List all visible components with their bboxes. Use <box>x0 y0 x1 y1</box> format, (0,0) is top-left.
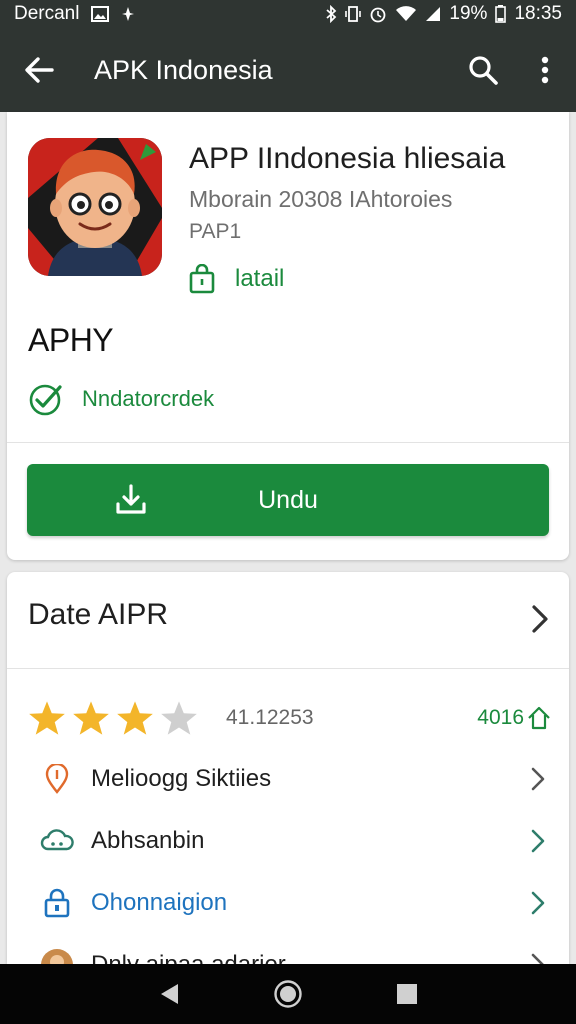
chevron-right-icon <box>531 953 544 964</box>
battery-icon <box>495 5 507 23</box>
install-label: latail <box>235 265 285 292</box>
cloud-icon <box>35 827 79 855</box>
nav-home-button[interactable] <box>258 964 318 1024</box>
app-short-title: APHY <box>28 322 114 358</box>
carrier-text: Dercanl <box>14 3 80 24</box>
chevron-right-icon <box>531 767 545 791</box>
star-icon <box>117 701 153 735</box>
more-vert-icon <box>541 56 549 84</box>
list-item-label: Dnly aipaa adarier <box>91 951 531 964</box>
star-icon <box>73 701 109 735</box>
divider <box>7 442 569 443</box>
app-name: APP IIndonesia hliesaia <box>189 142 506 175</box>
list-item[interactable]: Melioogg Siktiies <box>7 748 569 810</box>
square-recents-icon <box>396 984 417 1004</box>
section-title: Date AIPR <box>28 598 169 631</box>
search-button[interactable] <box>452 28 514 112</box>
list-item[interactable]: Dnly aipaa adarier <box>7 934 569 964</box>
system-nav-bar <box>0 964 576 1024</box>
image-notification-icon <box>91 6 110 22</box>
chevron-right-icon <box>532 605 548 633</box>
list-item-label: Abhsanbin <box>91 827 205 854</box>
star-icon <box>29 701 65 735</box>
list-item[interactable]: Abhsanbin <box>7 810 569 872</box>
install-info[interactable]: latail <box>189 264 284 294</box>
chevron-right-icon <box>531 891 545 915</box>
wifi-icon <box>395 6 417 22</box>
app-bar: APK Indonesia <box>0 28 576 112</box>
app-icon[interactable] <box>28 138 162 276</box>
nav-back-button[interactable] <box>139 964 199 1024</box>
star-rating <box>28 699 198 737</box>
app-header-card: APP IIndonesia hliesaia Mborain 20308 IA… <box>7 112 569 560</box>
status-bar: Dercanl 19% 18:35 <box>0 0 576 28</box>
rating-value-text: 4016 <box>477 706 524 729</box>
more-options-button[interactable] <box>514 28 576 112</box>
nav-recents-button[interactable] <box>377 964 437 1024</box>
rating-count: 41.12253 <box>226 706 314 729</box>
arrow-back-icon <box>25 57 54 83</box>
download-button[interactable]: Undu <box>27 464 549 536</box>
app-bar-title: APK Indonesia <box>94 54 273 85</box>
star-icon <box>161 701 197 735</box>
clock-time: 18:35 <box>514 3 562 24</box>
vibrate-icon <box>345 5 362 23</box>
app-category: PAP1 <box>189 220 242 243</box>
verified-label: Nndatorcrdek <box>82 386 215 411</box>
divider <box>7 668 569 669</box>
bluetooth-icon <box>325 5 337 23</box>
details-header[interactable]: Date AIPR <box>7 572 569 668</box>
notification-icon <box>121 6 135 22</box>
lock-icon <box>35 888 79 918</box>
chevron-right-icon <box>531 829 545 853</box>
download-label: Undu <box>258 486 318 514</box>
rating-value: 4016 <box>477 705 552 731</box>
list-item-label: Melioogg Siktiies <box>91 765 272 792</box>
rating-row: 41.12253 4016 <box>28 698 552 738</box>
triangle-back-icon <box>161 984 179 1004</box>
details-card: Date AIPR 41.12253 4016 Melioogg Siktiie… <box>7 572 569 964</box>
circle-home-icon <box>274 980 302 1008</box>
pin-icon <box>35 764 79 794</box>
verified-check-icon <box>29 384 62 416</box>
alarm-icon <box>369 5 387 23</box>
search-icon <box>469 56 498 85</box>
verified-info[interactable]: Nndatorcrdek <box>28 382 214 416</box>
list-item[interactable]: Ohonnaigion <box>7 872 569 934</box>
signal-icon <box>425 6 441 22</box>
home-outline-icon <box>528 706 550 730</box>
back-button[interactable] <box>0 28 78 112</box>
battery-percent: 19% <box>449 3 488 24</box>
list-item-label: Ohonnaigion <box>91 889 228 916</box>
shopping-bag-icon <box>189 264 215 294</box>
app-developer: Mborain 20308 IAhtoroies <box>189 186 453 212</box>
avatar-icon <box>35 948 79 964</box>
